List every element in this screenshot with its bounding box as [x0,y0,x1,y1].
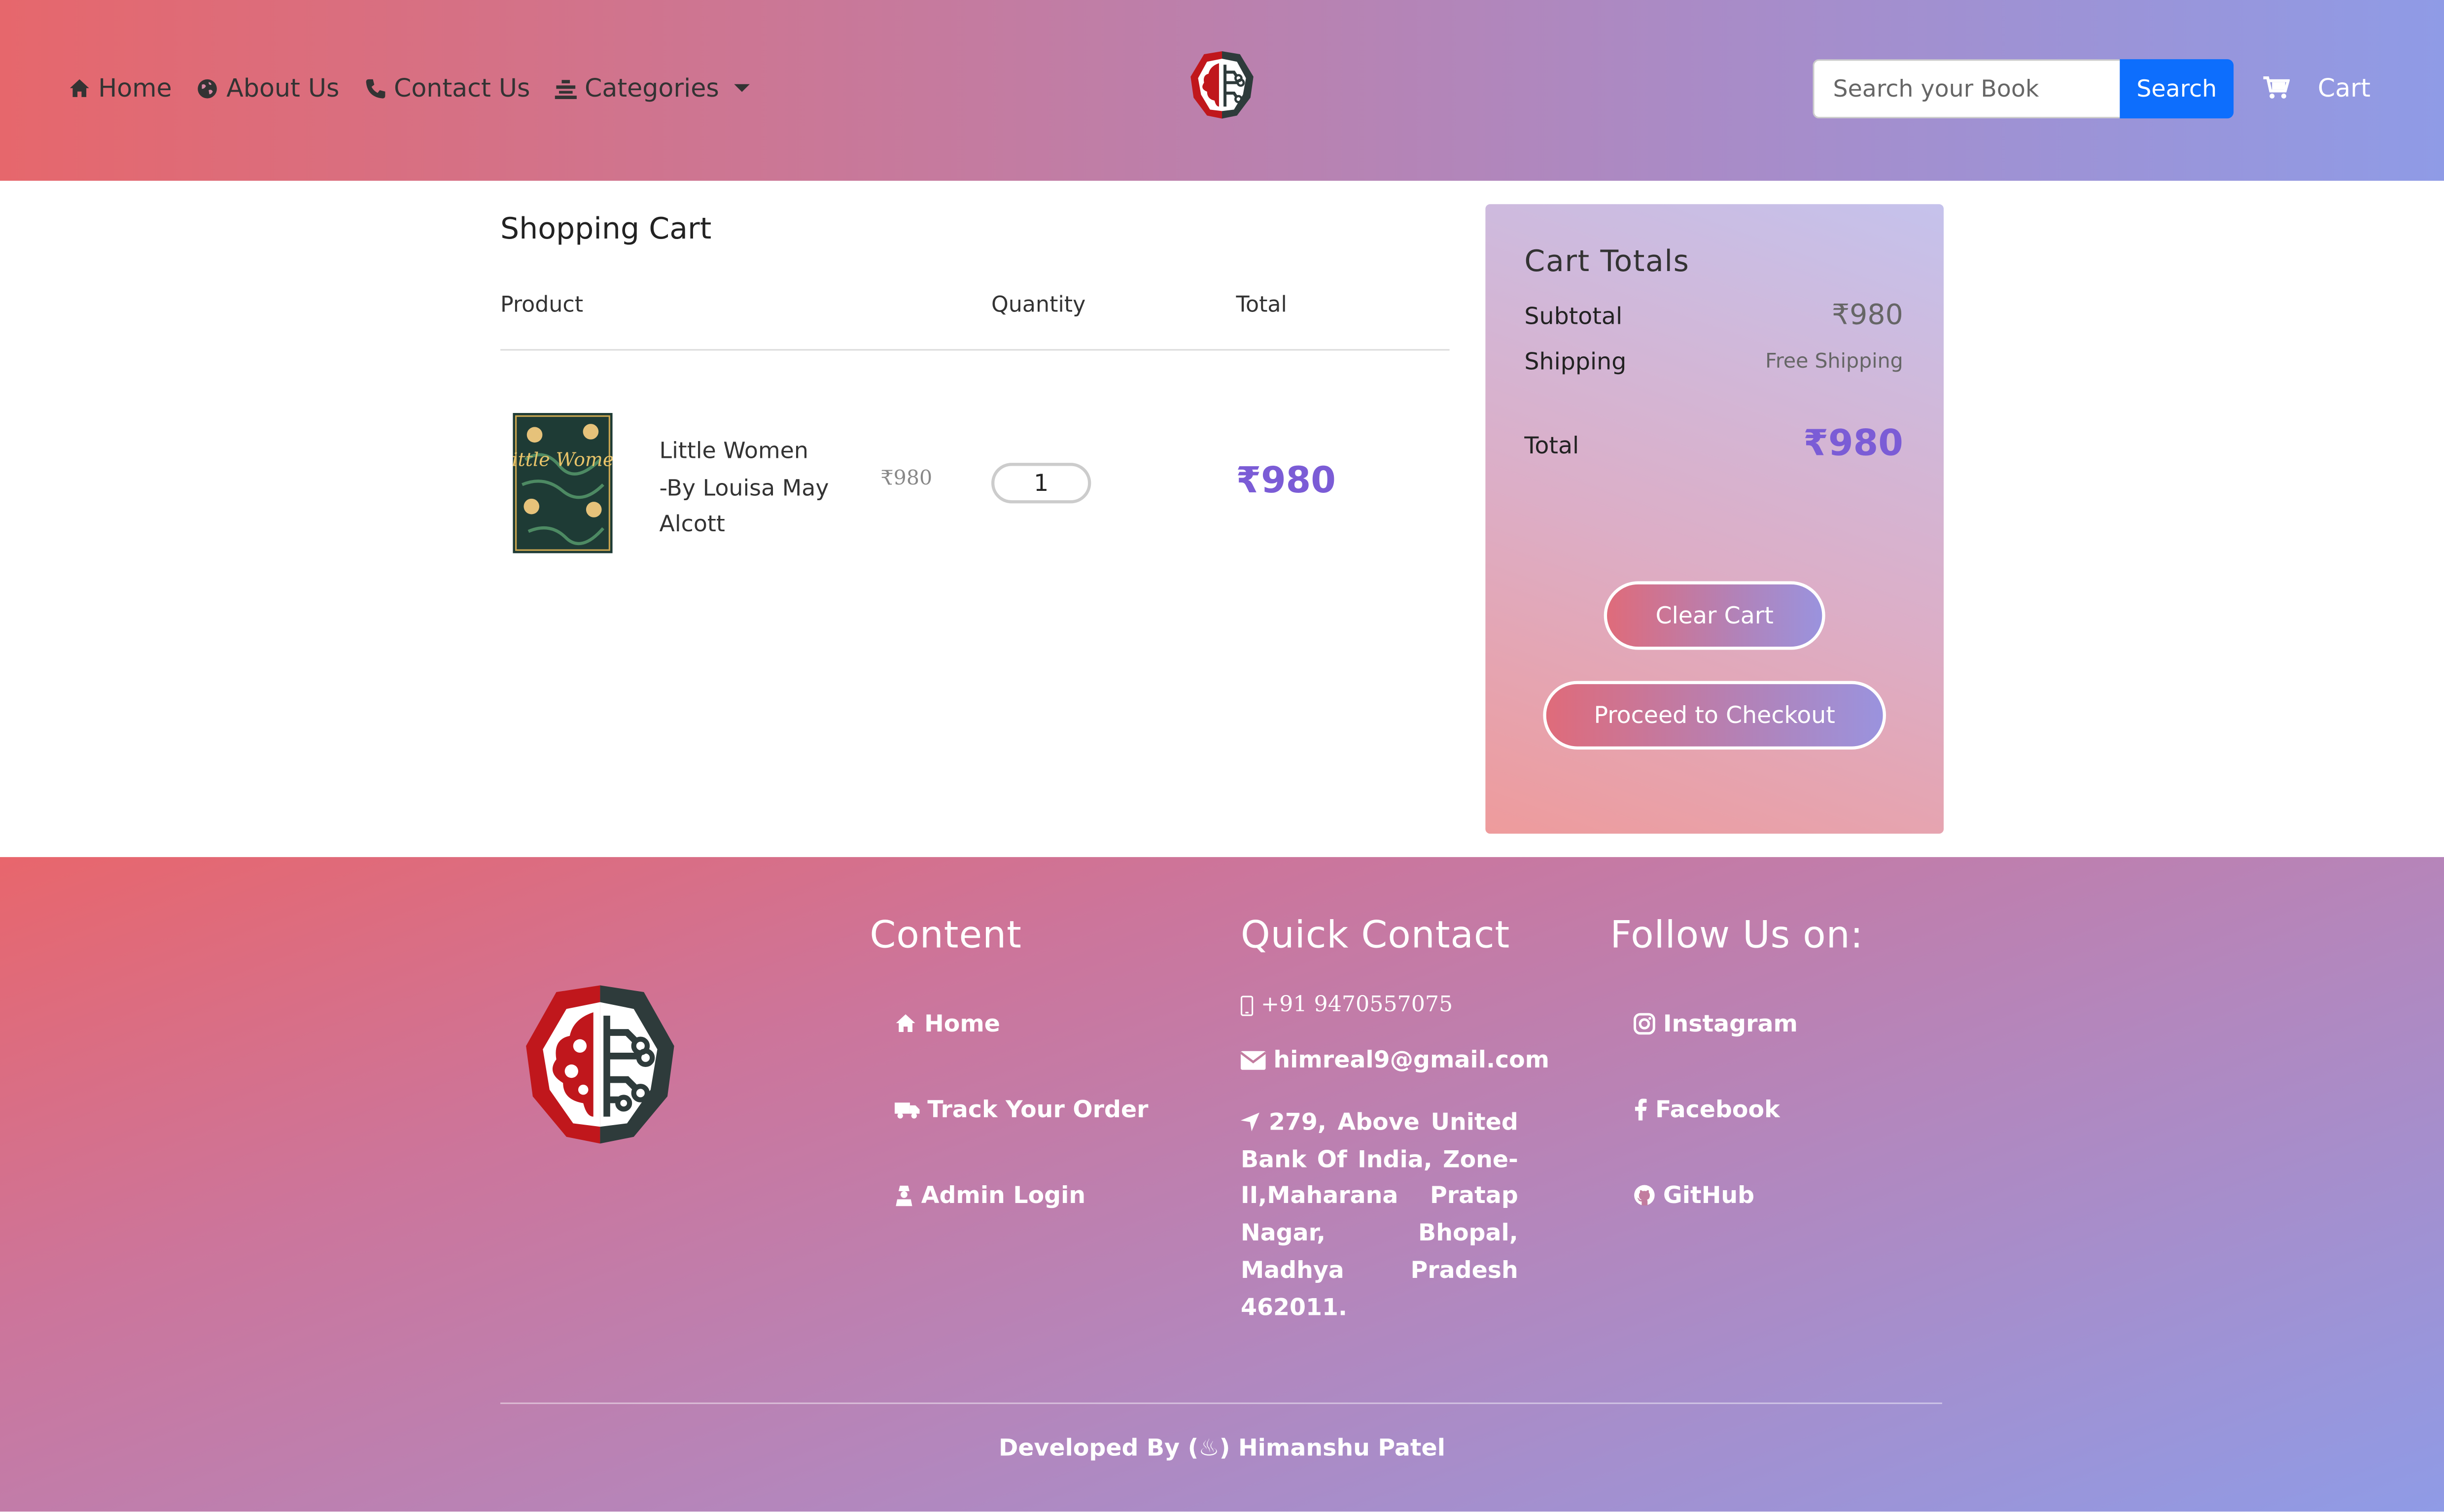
book-cover-title: Little Women [513,448,612,470]
location-arrow-icon [1240,1112,1259,1132]
truck-icon [894,1102,920,1119]
nav-home-label: Home [98,73,172,103]
user-secret-icon [896,1185,912,1206]
cart-link-label: Cart [2317,73,2371,103]
phone-icon [365,78,385,98]
footer-link-track-order-label: Track Your Order [927,1095,1149,1124]
column-header-total: Total [1236,293,1287,318]
categories-icon [555,79,577,99]
footer-divider [500,1402,1942,1404]
main-nav: Home About Us Contact Us Categories [69,73,750,103]
footer-link-instagram-label: Instagram [1663,1009,1798,1038]
nav-categories-label: Categories [584,73,719,103]
footer-content-heading: Content [870,913,1022,957]
footer-link-github-label: GitHub [1663,1181,1755,1209]
footer-link-home-label: Home [924,1009,1000,1038]
column-header-quantity: Quantity [991,293,1086,318]
footer-follow-heading: Follow Us on: [1610,913,1864,957]
footer-link-admin-login[interactable]: Admin Login [895,1181,1085,1209]
total-value: ₹980 [1803,424,1903,465]
footer-link-admin-login-label: Admin Login [921,1181,1086,1209]
footer: Content Home Track Your Order Admin Logi… [0,857,2444,1512]
cart-totals-title: Cart Totals [1524,244,1690,279]
footer-link-home[interactable]: Home [895,1010,1000,1038]
footer-link-facebook[interactable]: Facebook [1634,1096,1780,1124]
footer-phone: +91 9470557075 [1240,993,1453,1018]
product-name-line-2: -By Louisa May [659,476,829,501]
nav-categories-dropdown[interactable]: Categories [555,73,750,103]
footer-email-address: himreal9@gmail.com [1273,1045,1550,1074]
proceed-to-checkout-button[interactable]: Proceed to Checkout [1543,681,1886,750]
brain-logo-icon [526,985,674,1144]
subtotal-label: Subtotal [1524,302,1623,331]
chevron-down-icon [734,84,750,92]
mobile-icon [1240,995,1254,1016]
nav-home[interactable]: Home [69,73,172,103]
shipping-value: Free Shipping [1765,350,1903,374]
footer-credit: Developed By (♨) Himanshu Patel [998,1434,1446,1462]
book-cover-image[interactable]: Little Women [513,412,613,553]
cart-totals-card: Cart Totals Subtotal ₹980 Shipping Free … [1485,204,1944,834]
row-total-price: ₹980 [1236,461,1336,502]
cart-icon [2263,76,2290,99]
nav-contact-label: Contact Us [393,73,530,103]
nav-about[interactable]: About Us [197,73,339,103]
search-button[interactable]: Search [2120,59,2234,119]
footer-phone-number: +91 9470557075 [1261,993,1453,1018]
instagram-icon [1634,1013,1655,1035]
column-header-product: Product [500,293,584,318]
envelope-icon [1240,1050,1266,1069]
nav-contact[interactable]: Contact Us [364,73,530,103]
footer-link-github[interactable]: GitHub [1634,1181,1754,1209]
search-input[interactable] [1813,59,2120,119]
header-bar: Home About Us Contact Us Categories Sear… [0,0,2444,181]
subtotal-value: ₹980 [1831,299,1903,332]
product-name[interactable]: Little Women -By Louisa May Alcott [660,435,846,545]
cart-link[interactable]: Cart [2263,73,2371,103]
footer-address: 279, Above United Bank Of India, Zone-II… [1240,1105,1518,1327]
search-form: Search [1813,59,2234,119]
facebook-icon [1635,1099,1647,1121]
unit-price: ₹980 [880,467,933,491]
page-title: Shopping Cart [500,212,712,246]
footer-contact-heading: Quick Contact [1240,913,1510,957]
quantity-input[interactable] [991,463,1091,504]
clear-cart-button[interactable]: Clear Cart [1604,581,1825,650]
table-divider [500,349,1450,351]
footer-email[interactable]: himreal9@gmail.com [1240,1045,1550,1074]
shipping-label: Shipping [1524,347,1627,376]
product-name-line-3: Alcott [659,513,725,538]
nav-about-label: About Us [226,73,340,103]
footer-link-instagram[interactable]: Instagram [1634,1010,1798,1038]
home-icon [70,78,89,97]
footer-link-track-order[interactable]: Track Your Order [894,1095,1149,1124]
brain-logo-icon[interactable] [1185,47,1259,122]
github-icon [1634,1185,1655,1206]
product-name-line-1: Little Women [659,439,808,465]
home-icon [896,1014,915,1032]
total-label: Total [1524,431,1579,460]
footer-link-facebook-label: Facebook [1655,1095,1780,1124]
globe-icon [198,78,217,98]
footer-address-text: 279, Above United Bank Of India, Zone-II… [1240,1108,1518,1321]
